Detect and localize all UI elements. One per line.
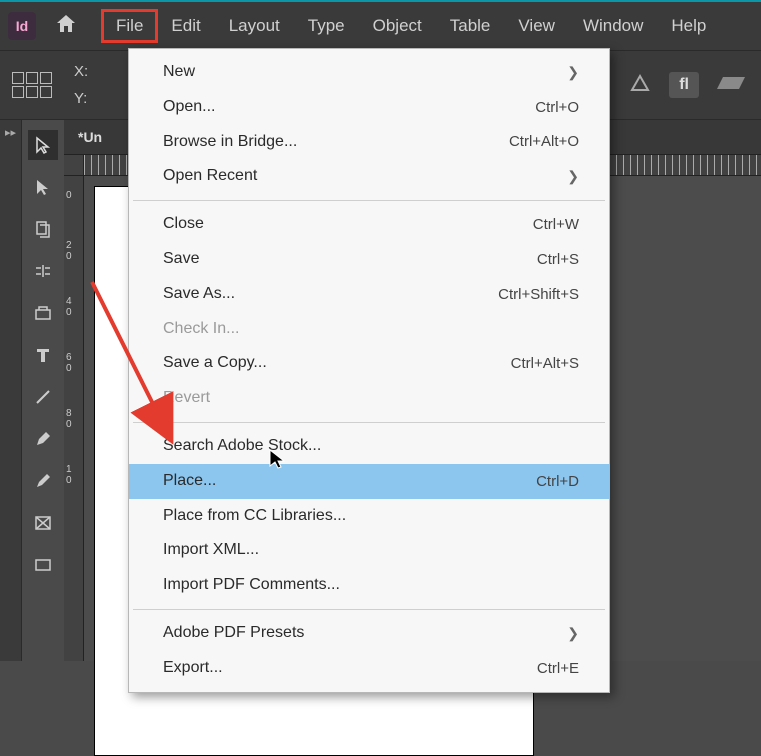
menu-item-new[interactable]: New ❯ <box>129 55 609 90</box>
menu-item-browse-bridge[interactable]: Browse in Bridge... Ctrl+Alt+O <box>129 125 609 160</box>
menu-item-label: Save a Copy... <box>163 351 267 376</box>
menu-view[interactable]: View <box>504 10 569 42</box>
menu-item-import-pdf-comments[interactable]: Import PDF Comments... <box>129 568 609 603</box>
menu-item-save[interactable]: Save Ctrl+S <box>129 242 609 277</box>
menu-item-label: Save As... <box>163 282 235 307</box>
ruler-tick: 0 <box>66 190 72 201</box>
page-tool[interactable] <box>28 214 58 244</box>
parallelogram-icon[interactable] <box>717 73 747 98</box>
app-icon: Id <box>8 12 36 40</box>
menu-item-open[interactable]: Open... Ctrl+O <box>129 90 609 125</box>
menu-item-label: Adobe PDF Presets <box>163 621 304 646</box>
menu-item-label: Revert <box>163 386 210 411</box>
ruler-tick: 1 0 <box>66 464 72 486</box>
menu-edit[interactable]: Edit <box>157 10 214 42</box>
submenu-arrow-icon: ❯ <box>567 62 579 84</box>
menu-type[interactable]: Type <box>294 10 359 42</box>
menu-item-shortcut: Ctrl+O <box>535 96 579 119</box>
menu-item-label: Export... <box>163 656 223 681</box>
menu-item-label: New <box>163 60 195 85</box>
menu-item-label: Check In... <box>163 317 239 342</box>
menu-item-label: Browse in Bridge... <box>163 130 297 155</box>
menu-item-shortcut: Ctrl+Alt+O <box>509 130 579 153</box>
vertical-ruler[interactable]: 0 2 0 4 0 6 0 8 0 1 0 <box>64 176 84 661</box>
content-collector-tool[interactable] <box>28 298 58 328</box>
menu-layout[interactable]: Layout <box>215 10 294 42</box>
rectangle-frame-tool[interactable] <box>28 508 58 538</box>
menu-item-label: Open... <box>163 95 215 120</box>
menu-help[interactable]: Help <box>657 10 720 42</box>
menu-item-open-recent[interactable]: Open Recent ❯ <box>129 159 609 194</box>
menu-object[interactable]: Object <box>359 10 436 42</box>
menu-item-label: Import PDF Comments... <box>163 573 340 598</box>
line-tool[interactable] <box>28 382 58 412</box>
ruler-tick: 8 0 <box>66 408 72 430</box>
ruler-origin[interactable] <box>64 155 84 176</box>
ruler-tick: 4 0 <box>66 296 72 318</box>
sidebar-toggle[interactable]: ▸▸ <box>0 120 22 661</box>
menu-bar: Id File Edit Layout Type Object Table Vi… <box>0 0 761 50</box>
menu-item-shortcut: Ctrl+Shift+S <box>498 283 579 306</box>
gap-tool[interactable] <box>28 256 58 286</box>
menu-item-label: Place from CC Libraries... <box>163 504 346 529</box>
triangle-icon[interactable] <box>629 72 651 99</box>
menu-item-shortcut: Ctrl+S <box>537 248 579 271</box>
menu-item-place[interactable]: Place... Ctrl+D <box>129 464 609 499</box>
menu-item-label: Search Adobe Stock... <box>163 434 321 459</box>
submenu-arrow-icon: ❯ <box>567 623 579 645</box>
menu-item-shortcut: Ctrl+E <box>537 657 579 680</box>
submenu-arrow-icon: ❯ <box>567 166 579 188</box>
pencil-tool[interactable] <box>28 466 58 496</box>
menu-item-place-cc[interactable]: Place from CC Libraries... <box>129 499 609 534</box>
selection-tool[interactable] <box>28 130 58 160</box>
menu-item-shortcut: Ctrl+W <box>533 213 579 236</box>
tool-panel <box>22 120 64 661</box>
menu-item-shortcut: Ctrl+Alt+S <box>511 352 579 375</box>
menu-item-check-in: Check In... <box>129 312 609 347</box>
menu-item-export[interactable]: Export... Ctrl+E <box>129 651 609 686</box>
reference-point-icon[interactable] <box>12 72 52 98</box>
menu-window[interactable]: Window <box>569 10 657 42</box>
menu-item-label: Place... <box>163 469 216 494</box>
main-menu: File Edit Layout Type Object Table View … <box>102 10 720 42</box>
menu-separator <box>133 609 605 610</box>
x-label: X: <box>74 58 88 85</box>
menu-item-save-copy[interactable]: Save a Copy... Ctrl+Alt+S <box>129 346 609 381</box>
menu-separator <box>133 422 605 423</box>
menu-item-save-as[interactable]: Save As... Ctrl+Shift+S <box>129 277 609 312</box>
menu-item-label: Close <box>163 212 204 237</box>
menu-item-label: Open Recent <box>163 164 257 189</box>
home-icon[interactable] <box>54 12 78 41</box>
ruler-tick: 6 0 <box>66 352 72 374</box>
xy-labels: X: Y: <box>74 58 88 112</box>
menu-item-label: Save <box>163 247 199 272</box>
fl-button[interactable]: fl <box>669 72 699 98</box>
menu-file[interactable]: File <box>102 10 157 42</box>
menu-table[interactable]: Table <box>436 10 505 42</box>
pen-tool[interactable] <box>28 424 58 454</box>
menu-item-shortcut: Ctrl+D <box>536 470 579 493</box>
file-menu-dropdown: New ❯ Open... Ctrl+O Browse in Bridge...… <box>128 48 610 693</box>
menu-item-label: Import XML... <box>163 538 259 563</box>
rectangle-tool[interactable] <box>28 550 58 580</box>
direct-selection-tool[interactable] <box>28 172 58 202</box>
menu-item-search-stock[interactable]: Search Adobe Stock... <box>129 429 609 464</box>
menu-item-pdf-presets[interactable]: Adobe PDF Presets ❯ <box>129 616 609 651</box>
type-tool[interactable] <box>28 340 58 370</box>
menu-separator <box>133 200 605 201</box>
ruler-tick: 2 0 <box>66 240 72 262</box>
menu-item-close[interactable]: Close Ctrl+W <box>129 207 609 242</box>
menu-item-import-xml[interactable]: Import XML... <box>129 533 609 568</box>
menu-item-revert: Revert <box>129 381 609 416</box>
y-label: Y: <box>74 85 88 112</box>
